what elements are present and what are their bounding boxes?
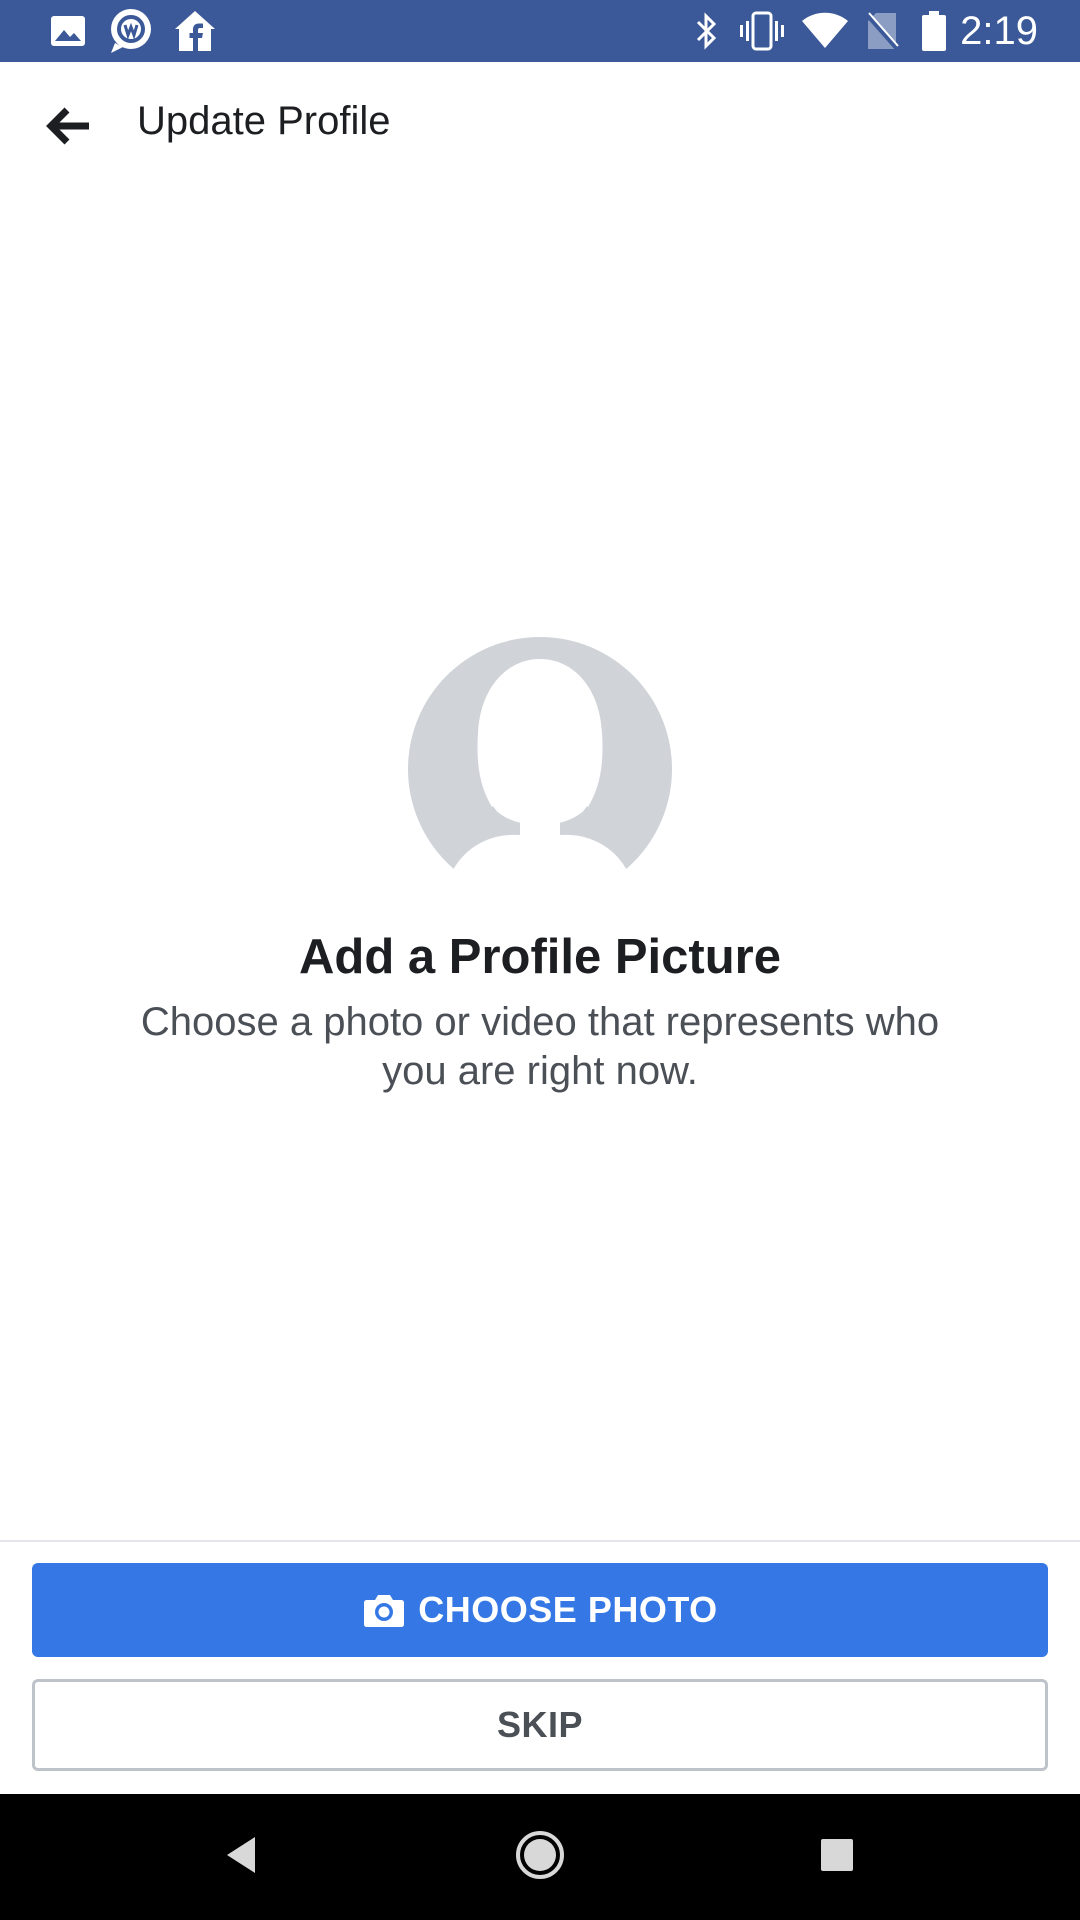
navigation-bar [0, 1794, 1080, 1920]
camera-icon [362, 1588, 406, 1632]
nav-back-button[interactable] [181, 1794, 301, 1920]
back-button[interactable] [24, 84, 112, 172]
choose-photo-label: CHOOSE PHOTO [418, 1589, 718, 1630]
heading: Add a Profile Picture [299, 930, 781, 984]
nav-home-button[interactable] [480, 1794, 600, 1920]
status-bar: 2:19 [0, 0, 1080, 62]
back-triangle-icon [223, 1835, 259, 1880]
nav-recents-button[interactable] [777, 1794, 897, 1920]
choose-photo-button[interactable]: CHOOSE PHOTO [32, 1563, 1048, 1657]
recents-square-icon [819, 1837, 855, 1878]
skip-label: SKIP [496, 1704, 584, 1745]
bluetooth-icon [692, 0, 722, 62]
skip-button[interactable]: SKIP [32, 1679, 1048, 1771]
home-circle-icon [514, 1829, 566, 1886]
workplace-chat-icon [106, 0, 156, 62]
description-text: Choose a photo or video that represents … [140, 1000, 940, 1093]
battery-icon [920, 0, 948, 62]
status-time: 2:19 [960, 9, 1038, 53]
app-bar: Update Profile [0, 62, 1080, 180]
gallery-icon [48, 0, 88, 62]
page-title: Update Profile [137, 99, 391, 143]
facebook-home-icon [172, 0, 218, 62]
no-sim-icon [864, 0, 900, 62]
divider [0, 1540, 1080, 1542]
wifi-icon [800, 0, 850, 62]
back-arrow-icon [45, 106, 91, 151]
vibrate-icon [738, 0, 786, 62]
profile-silhouette-icon [408, 637, 672, 901]
